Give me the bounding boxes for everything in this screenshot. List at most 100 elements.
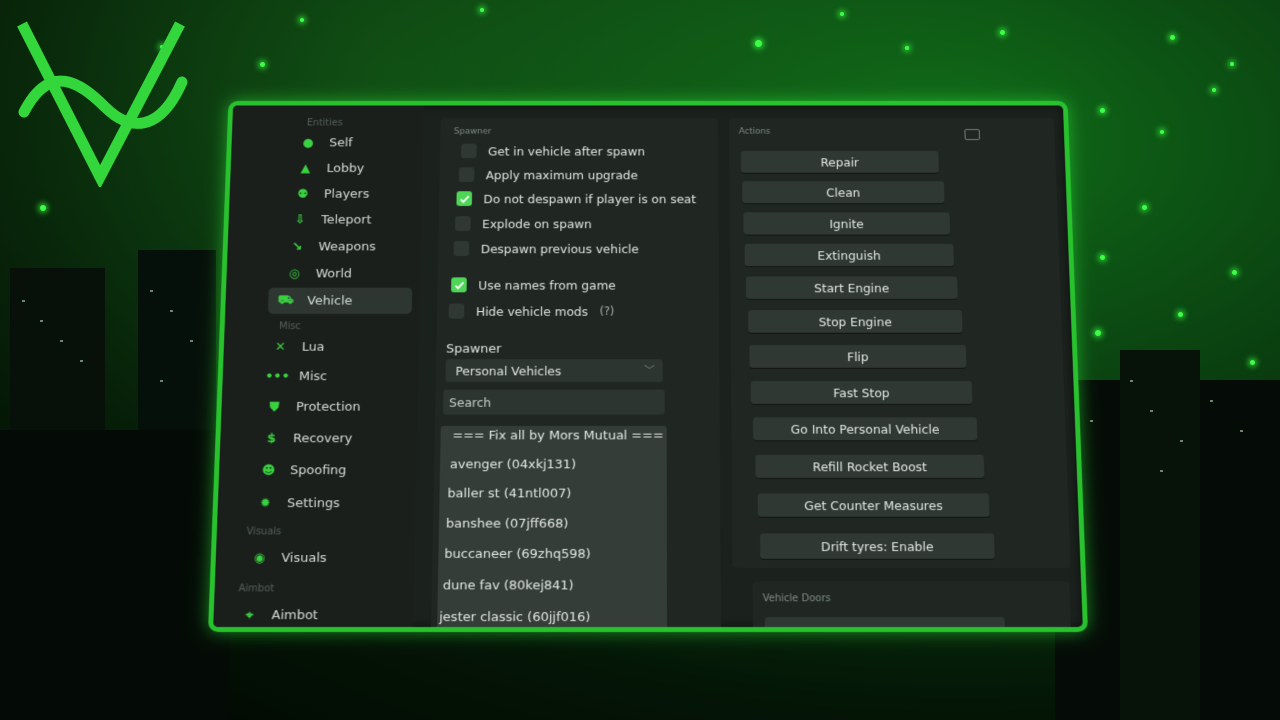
brand-logo-icon <box>17 21 188 187</box>
sidebar-item-weapons[interactable]: ↘ Weapons <box>279 235 413 259</box>
car-icon: ⛟ <box>277 292 295 307</box>
hat-icon: ▲ <box>300 161 311 176</box>
vehicle-category-dropdown[interactable]: Personal Vehicles ﹀ <box>445 359 663 383</box>
dropdown-value: Personal Vehicles <box>455 363 562 378</box>
checkbox-box-checked[interactable] <box>456 191 473 206</box>
sidebar-item-label: Visuals <box>281 550 327 566</box>
checkbox-explode-on-spawn[interactable]: Explode on spawn <box>455 216 592 231</box>
sidebar-item-label: Self <box>329 135 353 150</box>
list-item[interactable]: dune fav (80kej841) <box>443 579 574 594</box>
list-item[interactable]: jester classic (60jjf016) <box>439 610 590 625</box>
sidebar-item-label: Protection <box>295 399 361 414</box>
sidebar-item-teleport[interactable]: ⇩ Teleport <box>282 208 414 232</box>
gun-icon: ↘ <box>291 239 303 254</box>
list-item[interactable]: banshee (07jff668) <box>446 517 569 532</box>
checkbox-label: Hide vehicle mods <box>475 304 589 319</box>
dollar-icon: $ <box>266 431 277 446</box>
checkbox-apply-max-upgrade[interactable]: Apply maximum upgrade <box>458 167 638 183</box>
sidebar-item-label: Weapons <box>318 239 376 254</box>
flip-button[interactable]: Flip <box>749 345 967 368</box>
sidebar-item-aimbot[interactable]: ⌖ Aimbot <box>231 602 405 628</box>
get-counter-measures-button[interactable]: Get Counter Measures <box>757 493 990 517</box>
clean-button[interactable]: Clean <box>742 181 945 204</box>
checkbox-hide-vehicle-mods[interactable]: Hide vehicle mods (?) <box>448 303 615 319</box>
actions-panel: Actions Repair Clean Ignite Extinguish S… <box>729 118 1071 568</box>
search-placeholder: Search <box>448 394 492 410</box>
sidebar-item-world[interactable]: ◎ World <box>277 262 413 286</box>
help-tooltip-icon[interactable]: (?) <box>600 305 615 318</box>
sidebar-item-players[interactable]: ⚉ Players <box>285 182 415 206</box>
list-item[interactable]: avenger (04xkj131) <box>450 458 576 472</box>
extinguish-button[interactable]: Extinguish <box>744 243 954 267</box>
checkbox-use-names-from-game[interactable]: Use names from game <box>451 277 616 293</box>
background-scene: Entities ● Self ▲ Lobby ⚉ Players ⇩ Tele… <box>0 0 1280 720</box>
spawner-panel: Spawner Get in vehicle after spawn Apply… <box>430 118 722 632</box>
search-input[interactable]: Search <box>442 389 665 415</box>
users-icon: ⚉ <box>296 187 309 201</box>
sidebar-item-label: Misc <box>298 369 328 384</box>
teleport-icon: ⇩ <box>294 212 306 227</box>
section-label-aimbot: Aimbot <box>238 583 275 595</box>
sidebar-item-label: Spoofing <box>289 462 347 478</box>
checkbox-label: Get in vehicle after spawn <box>487 144 646 158</box>
crosshair-icon: ⌖ <box>245 607 254 623</box>
go-into-personal-vehicle-button[interactable]: Go Into Personal Vehicle <box>752 417 978 441</box>
sidebar-item-recovery[interactable]: $ Recovery <box>253 426 409 451</box>
menu-frame: Entities ● Self ▲ Lobby ⚉ Players ⇩ Tele… <box>208 100 1088 632</box>
sidebar-item-label: Players <box>323 187 370 201</box>
sidebar-item-label: World <box>315 266 353 281</box>
checkbox-label: Despawn previous vehicle <box>480 241 639 256</box>
sidebar-item-label: Recovery <box>292 431 353 446</box>
sidebar-item-label: Teleport <box>321 212 372 227</box>
ignite-button[interactable]: Ignite <box>743 212 951 235</box>
checkbox-label: Apply maximum upgrade <box>485 167 638 182</box>
checkbox-label: Explode on spawn <box>482 216 592 231</box>
sidebar-item-lua[interactable]: ✕ Lua <box>262 335 411 360</box>
checkbox-get-in-vehicle[interactable]: Get in vehicle after spawn <box>461 143 646 159</box>
section-label-misc: Misc <box>278 321 301 332</box>
sidebar-item-spoofing[interactable]: ☻ Spoofing <box>250 458 408 483</box>
tools-icon: ✕ <box>274 339 286 355</box>
sidebar-item-vehicle[interactable]: ⛟ Vehicle <box>267 287 413 314</box>
sidebar-item-label: Aimbot <box>271 607 319 623</box>
checkbox-box[interactable] <box>455 216 471 231</box>
shield-icon: ⛊ <box>269 399 280 414</box>
sidebar-item-protection[interactable]: ⛊ Protection <box>256 394 410 419</box>
checkbox-do-not-despawn[interactable]: Do not despawn if player is on seat <box>456 191 696 206</box>
sidebar-item-visuals[interactable]: ◉ Visuals <box>241 545 407 571</box>
repair-button[interactable]: Repair <box>740 150 939 173</box>
list-item[interactable]: buccaneer (69zhq598) <box>444 547 590 562</box>
checkbox-box[interactable] <box>458 167 475 183</box>
checkbox-box[interactable] <box>461 143 477 159</box>
mask-icon: ☻ <box>261 462 276 478</box>
sidebar-item-label: Settings <box>286 495 341 511</box>
section-label-entities: Entities <box>306 118 343 129</box>
eye-icon: ◉ <box>253 550 266 566</box>
checkbox-label: Use names from game <box>478 277 616 292</box>
checkbox-box[interactable] <box>453 241 470 256</box>
actions-panel-title: Actions <box>738 127 771 137</box>
list-item[interactable]: === Fix all by Mors Mutual === <box>452 429 663 443</box>
sidebar-item-label: Lua <box>301 339 325 355</box>
checkbox-despawn-previous[interactable]: Despawn previous vehicle <box>453 241 639 256</box>
list-item[interactable]: baller st (41ntl007) <box>447 487 571 502</box>
spawner-panel-title: Spawner <box>453 127 492 137</box>
sidebar-item-self[interactable]: ● Self <box>291 131 416 155</box>
vehicle-doors-button[interactable] <box>764 617 1006 632</box>
chevron-down-icon: ﹀ <box>644 364 655 378</box>
keyboard-icon[interactable] <box>964 129 981 140</box>
sidebar-item-settings[interactable]: ✹ Settings <box>247 491 408 516</box>
sidebar-item-misc[interactable]: ••• Misc <box>259 364 410 389</box>
globe-icon: ◎ <box>288 266 301 281</box>
fast-stop-button[interactable]: Fast Stop <box>750 381 973 404</box>
stop-engine-button[interactable]: Stop Engine <box>748 310 963 333</box>
vehicle-list[interactable]: === Fix all by Mors Mutual === avenger (… <box>436 425 668 632</box>
checkbox-box-checked[interactable] <box>451 277 467 293</box>
checkbox-box[interactable] <box>448 303 465 319</box>
sidebar-item-label: Lobby <box>326 161 365 176</box>
drift-tyres-button[interactable]: Drift tyres: Enable <box>760 533 995 559</box>
section-label-visuals: Visuals <box>246 526 282 538</box>
sidebar-item-lobby[interactable]: ▲ Lobby <box>288 156 415 180</box>
start-engine-button[interactable]: Start Engine <box>745 276 958 299</box>
refill-rocket-boost-button[interactable]: Refill Rocket Boost <box>755 454 985 478</box>
